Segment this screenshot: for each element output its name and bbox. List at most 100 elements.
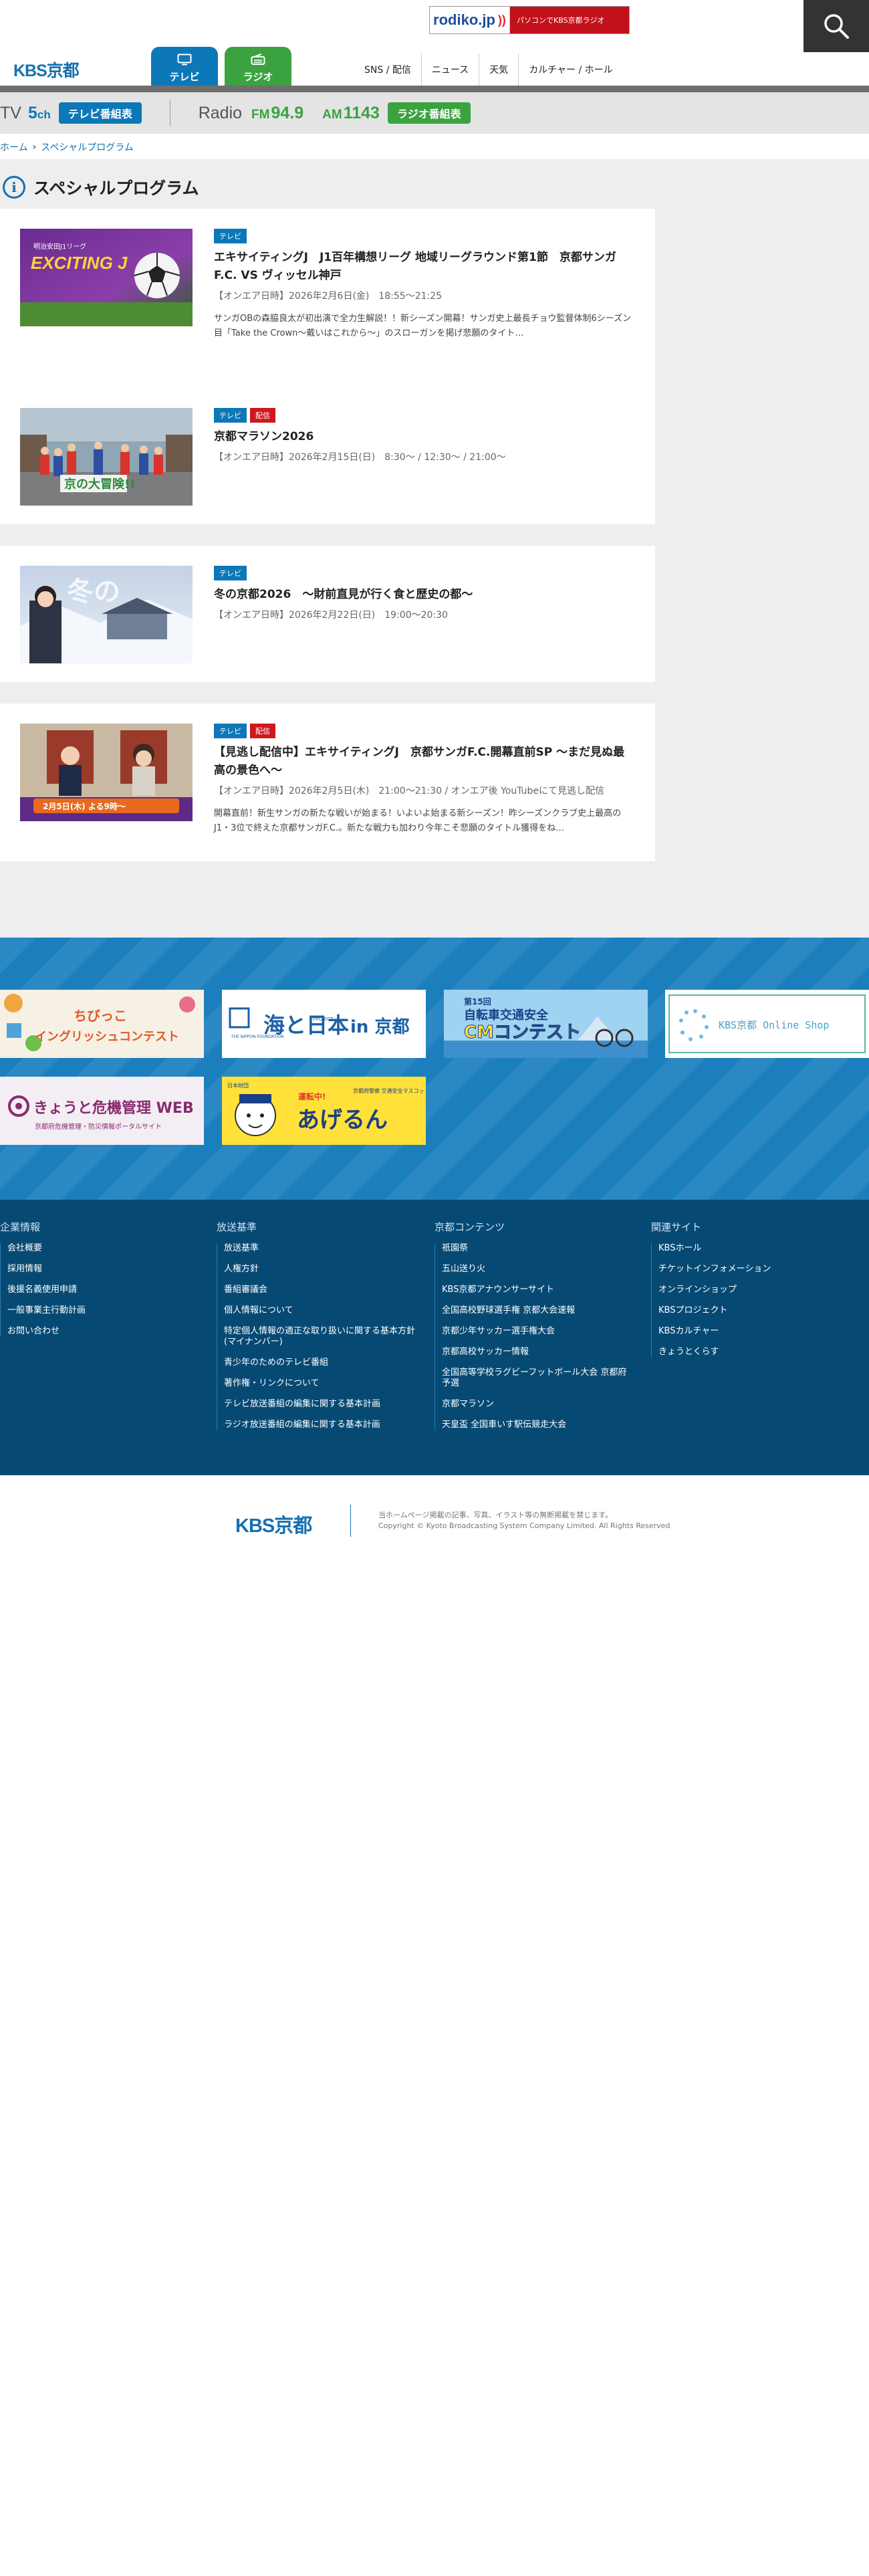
footer-link[interactable]: 祇園祭 — [442, 1243, 635, 1254]
footer-column-standards: 放送基準 放送基準 人権方針 番組審議会 個人情報について 特定個人情報の適正な… — [217, 1220, 417, 1440]
kiki-kanri-banner: きょうと危機管理 WEB 京都府危機管理・防災情報ポータルサイト — [0, 1077, 204, 1145]
footer-link[interactable]: 採用情報 — [7, 1264, 201, 1275]
program-card[interactable]: 明治安田J1リーグ EXCITING J テレビ エキサイティングJ J1百年構… — [0, 209, 655, 389]
banner-kyoto-kiki-kanri[interactable]: きょうと危機管理 WEB 京都府危機管理・防災情報ポータルサイト — [0, 1077, 204, 1145]
footer-link[interactable]: 番組審議会 — [224, 1285, 417, 1295]
program-airdate: 【オンエア日時】2026年2月6日(金) 18:55〜21:25 — [214, 291, 443, 302]
footer-column-title: 関連サイト — [651, 1221, 702, 1233]
program-card[interactable]: 京の大冒険!! テレビ 配信 京都マラソン2026 【オンエア日時】2026年2… — [0, 388, 655, 524]
search-icon — [824, 14, 849, 39]
footer-link[interactable]: 著作権・リンクについて — [224, 1378, 417, 1389]
footer-link[interactable]: 個人情報について — [224, 1305, 417, 1316]
banner-umi-to-nippon[interactable]: THE NIPPON FOUNDATION 海と日本 PROJECT in 京都 — [222, 990, 426, 1058]
footer-logo[interactable]: KBS京都 — [235, 1510, 312, 1538]
footer-link[interactable]: 全国高等学校ラグビーフットボール大会 京都府予選 — [442, 1368, 635, 1389]
svg-text:海と日本: 海と日本 — [263, 1012, 349, 1038]
program-airdate: 【オンエア日時】2026年2月22日(日) 19:00〜20:30 — [214, 610, 448, 621]
program-title[interactable]: 京都マラソン2026 — [214, 428, 635, 446]
svg-text:2月5日(木) よる9時〜: 2月5日(木) よる9時〜 — [43, 801, 126, 811]
radio-label: Radio — [198, 103, 243, 122]
nav-culture[interactable]: カルチャー / ホール — [518, 53, 622, 87]
tab-radio-label: ラジオ — [243, 70, 273, 83]
nav-weather[interactable]: 天気 — [479, 53, 518, 87]
footer-text: 当ホームページ掲載の記事、写真、イラスト等の無断掲載を禁じます。 Copyrig… — [378, 1510, 670, 1531]
svg-text:EXCITING J: EXCITING J — [31, 253, 128, 273]
umi-to-nippon-banner: THE NIPPON FOUNDATION 海と日本 PROJECT in 京都 — [222, 990, 426, 1058]
svg-text:京都府警察 交通安全マスコット: 京都府警察 交通安全マスコット — [353, 1087, 426, 1094]
footer-link[interactable]: 放送基準 — [224, 1243, 417, 1254]
program-title[interactable]: 【見逃し配信中】エキサイティングJ 京都サンガF.C.開幕直前SP 〜まだ見ぬ最… — [214, 744, 635, 780]
banner-agerun[interactable]: 日本財団 運転中! あげるん 京都府警察 交通安全マスコット — [222, 1077, 426, 1145]
nav-news[interactable]: ニュース — [420, 53, 479, 87]
svg-text:PROJECT: PROJECT — [313, 1016, 334, 1022]
site-header: rodiko.jp)) パソコンでKBS京都ラジオ KBS京都 テレビ ラジオ … — [0, 0, 869, 92]
search-button[interactable] — [803, 0, 869, 52]
footer-link[interactable]: 京都高校サッカー情報 — [442, 1347, 635, 1358]
tab-tv[interactable]: テレビ — [151, 47, 218, 90]
radio-icon — [251, 53, 265, 65]
tab-tv-label: テレビ — [169, 70, 200, 83]
footer-link[interactable]: 特定個人情報の適正な取り扱いに関する基本方針(マイナンバー) — [224, 1326, 417, 1348]
program-card[interactable]: 冬の テレビ 冬の京都2026 〜財前直見が行く食と歴史の都〜 【オンエア日時】… — [0, 546, 655, 682]
footer-link[interactable]: テレビ放送番組の編集に関する基本計画 — [224, 1399, 417, 1410]
footer-column-title: 京都コンテンツ — [434, 1221, 505, 1233]
exciting-j-image: 明治安田J1リーグ EXCITING J — [20, 229, 193, 326]
svg-text:CMコンテスト: CMコンテスト — [464, 1023, 581, 1043]
program-badges: テレビ — [214, 566, 635, 580]
banner-online-shop[interactable]: KBS京都 Online Shop — [665, 990, 869, 1058]
footer-link[interactable]: 人権方針 — [224, 1264, 417, 1275]
footer-column-company: 企業情報 会社概要 採用情報 後援名義使用申請 一般事業主行動計画 お問い合わせ — [0, 1220, 201, 1347]
svg-text:KBS京都 Online Shop: KBS京都 Online Shop — [719, 1019, 829, 1031]
program-thumbnail: 明治安田J1リーグ EXCITING J — [20, 229, 193, 326]
footer-link[interactable]: 天皇盃 全国車いす駅伝競走大会 — [442, 1420, 635, 1430]
breadcrumb-current[interactable]: スペシャルプログラム — [41, 140, 134, 154]
footer-link[interactable]: KBS京都アナウンサーサイト — [442, 1285, 635, 1295]
footer-link[interactable]: お問い合わせ — [7, 1326, 201, 1337]
banner-cm-contest[interactable]: 第15回 自転車交通安全 CMコンテスト — [444, 990, 648, 1058]
program-info: テレビ 配信 京都マラソン2026 【オンエア日時】2026年2月15日(日) … — [214, 408, 635, 465]
site-logo[interactable]: KBS京都 — [13, 58, 80, 82]
program-info: テレビ 配信 【見逃し配信中】エキサイティングJ 京都サンガF.C.開幕直前SP… — [214, 724, 635, 836]
program-description: サンガOBの森脇良太が初出演で全力生解説！！新シーズン開幕！サンガ史上最長チョウ… — [214, 314, 632, 338]
footer-link[interactable]: きょうとくらす — [658, 1347, 852, 1358]
breadcrumb: ホーム › スペシャルプログラム — [0, 138, 134, 156]
am-frequency: AM1143 — [322, 103, 380, 122]
footer-link[interactable]: 会社概要 — [7, 1243, 201, 1254]
footer-link[interactable]: ラジオ放送番組の編集に関する基本計画 — [224, 1420, 417, 1430]
badge-stream: 配信 — [250, 724, 275, 738]
tv-schedule-button[interactable]: テレビ番組表 — [58, 102, 142, 124]
footer-link[interactable]: 五山送り火 — [442, 1264, 635, 1275]
footer-link[interactable]: 全国高校野球選手権 京都大会速報 — [442, 1305, 635, 1316]
footer-link[interactable]: 京都マラソン — [442, 1399, 635, 1410]
footer-link[interactable]: KBSカルチャー — [658, 1326, 852, 1337]
svg-text:イングリッシュコンテスト: イングリッシュコンテスト — [35, 1029, 179, 1044]
program-thumbnail: 冬の — [20, 566, 193, 663]
footer-link[interactable]: オンラインショップ — [658, 1285, 852, 1295]
breadcrumb-home[interactable]: ホーム — [0, 140, 28, 154]
program-title[interactable]: エキサイティングJ J1百年構想リーグ 地域リーグラウンド第1節 京都サンガF.… — [214, 249, 635, 285]
header-divider — [0, 86, 869, 92]
radiko-banner[interactable]: rodiko.jp)) パソコンでKBS京都ラジオ — [429, 6, 630, 34]
program-title[interactable]: 冬の京都2026 〜財前直見が行く食と歴史の都〜 — [214, 586, 635, 604]
footer-link[interactable]: 青少年のためのテレビ番組 — [224, 1358, 417, 1368]
svg-text:第15回: 第15回 — [464, 996, 491, 1006]
footer-link[interactable]: 京都少年サッカー選手権大会 — [442, 1326, 635, 1337]
tv-channel: 5ch — [27, 103, 51, 122]
banner-english-contest[interactable]: ちびっこ イングリッシュコンテスト — [0, 990, 204, 1058]
nav-sns[interactable]: SNS / 配信 — [354, 53, 421, 87]
radio-schedule-button[interactable]: ラジオ番組表 — [387, 102, 471, 124]
fm-frequency: FM94.9 — [251, 103, 304, 122]
footer-link[interactable]: チケットインフォメーション — [658, 1264, 852, 1275]
signal-icon: )) — [497, 13, 506, 27]
footer-link[interactable]: 一般事業主行動計画 — [7, 1305, 201, 1316]
footer-link[interactable]: KBSプロジェクト — [658, 1305, 852, 1316]
footer-link[interactable]: KBSホール — [658, 1243, 852, 1254]
info-icon: i — [3, 176, 25, 199]
radiko-text: パソコンでKBS京都ラジオ — [510, 7, 629, 33]
footer-link[interactable]: 後援名義使用申請 — [7, 1285, 201, 1295]
tab-radio[interactable]: ラジオ — [225, 47, 291, 90]
program-card[interactable]: 2月5日(木) よる9時〜 テレビ 配信 【見逃し配信中】エキサイティングJ 京… — [0, 704, 655, 861]
svg-text:冬の: 冬の — [67, 576, 120, 607]
online-shop-banner: KBS京都 Online Shop — [665, 990, 869, 1058]
svg-text:きょうと危機管理 WEB: きょうと危機管理 WEB — [33, 1099, 194, 1117]
